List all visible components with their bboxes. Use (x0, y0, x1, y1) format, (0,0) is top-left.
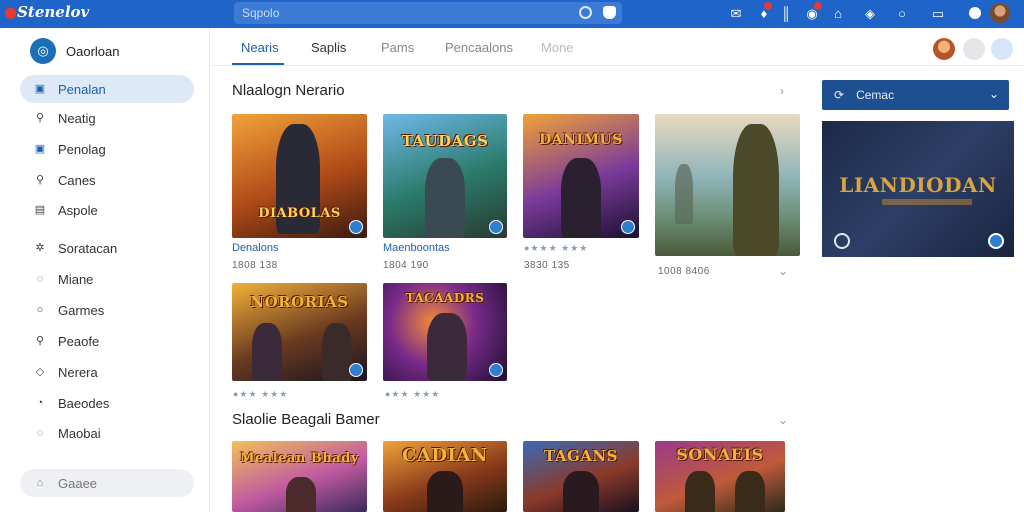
rating-stars: ●★★ ★★★ (233, 389, 289, 399)
home-icon[interactable]: ⌂ (830, 6, 846, 22)
search-icon: ⚲ (35, 335, 45, 347)
sidebar-footer-item[interactable]: ⌂ Gaaee (20, 469, 194, 497)
filter-dropdown[interactable]: ⟳ Cemac ⌄ (822, 80, 1009, 110)
refresh-icon[interactable] (579, 6, 592, 19)
sidebar-item-soratacan[interactable]: ✲ Soratacan (20, 234, 194, 262)
search-icon[interactable]: ○ (894, 6, 910, 22)
card-meta: 1804 190 (383, 260, 429, 271)
card-title[interactable]: Maenboontas (383, 242, 450, 254)
game-card[interactable]: TAGANS (523, 441, 639, 512)
shield-icon[interactable]: ◈ (862, 6, 878, 22)
search-icon: ⚲ (35, 112, 45, 124)
active-tab-indicator (232, 63, 284, 65)
card-meta: 1808 138 (232, 260, 278, 271)
settings-icon[interactable] (963, 38, 985, 60)
square-icon: ▣ (34, 143, 46, 155)
chevron-right-icon[interactable]: › (780, 84, 784, 98)
chat-icon: ◌ (36, 273, 44, 285)
top-bar: ●Stenelov Sqpolo ✉ ♦ ║ ◉ ⌂ ◈ ○ ▭ (0, 0, 1024, 28)
tab-pams[interactable]: Pams (381, 40, 414, 55)
section-title: Nlaalogn Nerario (232, 82, 345, 99)
chat-icon[interactable]: ✉ (728, 6, 744, 22)
sidebar-item-peaofe[interactable]: ⚲ Peaofe (20, 327, 194, 355)
compass-icon: ◔ (36, 397, 44, 409)
bell-icon[interactable] (603, 6, 616, 19)
section-title: Slaolie Beagali Bamer (232, 411, 380, 428)
sidebar-item-maobai[interactable]: ◌ Maobai (20, 419, 194, 447)
notification-icon[interactable]: ♦ (756, 6, 772, 22)
card-title[interactable]: Denalons (232, 242, 278, 254)
game-card[interactable]: DIABOLAS (232, 114, 367, 238)
sidebar-item-penalan[interactable]: ▣ Penalan (20, 75, 194, 103)
badge-icon (349, 220, 363, 234)
game-card[interactable]: SONAEIS (655, 441, 785, 512)
sidebar-item-baeodes[interactable]: ◔ Baeodes (20, 389, 194, 417)
rating-stars: ●★★★ ★★★ (524, 243, 589, 253)
banner-title: LIANDIODAN (839, 173, 997, 197)
tab-nearis[interactable]: Nearis (241, 40, 279, 55)
badge-icon (489, 363, 503, 377)
sidebar-item-miane[interactable]: ◌ Miane (20, 265, 194, 293)
shield-icon: ◇ (35, 366, 45, 378)
badge-icon (349, 363, 363, 377)
puzzle-icon: ✲ (35, 242, 45, 254)
badge-icon[interactable] (988, 233, 1004, 249)
sidebar-item-penolag[interactable]: ▣ Penolag (20, 135, 194, 163)
circle-icon: ○ (36, 304, 44, 316)
rating-stars: ●★★ ★★★ (385, 389, 441, 399)
play-icon[interactable] (834, 233, 850, 249)
sidebar-title: Oaorloan (66, 43, 120, 59)
tab-bar: Nearis Saplis Pams Pencaalons Mone (211, 28, 1024, 66)
sidebar: ◎ Oaorloan ▣ Penalan ⚲ Neatig ▣ Penolag ⚲ Ca… (0, 28, 210, 512)
game-card[interactable]: DANIMUS (523, 114, 639, 238)
badge-icon (621, 220, 635, 234)
sidebar-item-neatig[interactable]: ⚲ Neatig (20, 104, 194, 132)
badge-icon (489, 220, 503, 234)
tab-mone[interactable]: Mone (541, 40, 574, 55)
card-meta: 1008 8406 (658, 266, 710, 277)
chevron-down-icon: ⌄ (988, 87, 999, 101)
avatar[interactable] (990, 3, 1010, 23)
help-icon[interactable] (991, 38, 1013, 60)
brand-logo[interactable]: ●Stenelov (4, 3, 89, 21)
tab-saplis[interactable]: Saplis (311, 40, 346, 55)
game-card[interactable]: Mealean Bhady (232, 441, 367, 512)
refresh-icon: ⟳ (834, 88, 845, 102)
search-bar[interactable]: Sqpolo (234, 2, 622, 24)
game-card[interactable]: CADIAN (383, 441, 507, 512)
dropdown-label: Cemac (856, 88, 895, 102)
chevron-down-icon[interactable]: ⌄ (778, 413, 788, 427)
tab-pencaalons[interactable]: Pencaalons (445, 40, 513, 55)
banner-subtitle-bar (882, 199, 972, 205)
bars-icon[interactable]: ║ (778, 6, 794, 22)
game-card[interactable]: TACAADRS (383, 283, 507, 381)
search-icon: ⚲ (35, 174, 45, 186)
sidebar-item-garmes[interactable]: ○ Garmes (20, 296, 194, 324)
featured-banner[interactable]: LIANDIODAN (822, 121, 1014, 257)
game-card[interactable] (655, 114, 800, 256)
globe-icon[interactable]: ◉ (804, 6, 820, 22)
card-meta: 3830 135 (524, 260, 570, 271)
search-placeholder: Sqpolo (242, 6, 280, 20)
sidebar-item-aspole[interactable]: ▤ Aspole (20, 196, 194, 224)
sidebar-item-nerera[interactable]: ◇ Nerera (20, 358, 194, 386)
app-logo-icon[interactable]: ◎ (30, 38, 56, 64)
profile-ring-icon[interactable] (965, 3, 985, 23)
game-card[interactable]: TAUDAGS (383, 114, 507, 238)
game-card[interactable]: NORORIAS (232, 283, 367, 381)
document-icon: ▤ (34, 204, 46, 216)
window-icon[interactable]: ▭ (930, 6, 946, 22)
sidebar-item-canes[interactable]: ⚲ Canes (20, 166, 194, 194)
sidebar-header: ◎ Oaorloan (30, 38, 119, 64)
chevron-down-icon[interactable]: ⌄ (778, 264, 788, 278)
chat-icon: ◌ (36, 427, 44, 439)
home-icon: ⌂ (36, 477, 44, 489)
square-icon: ▣ (34, 83, 46, 95)
avatar[interactable] (933, 38, 955, 60)
